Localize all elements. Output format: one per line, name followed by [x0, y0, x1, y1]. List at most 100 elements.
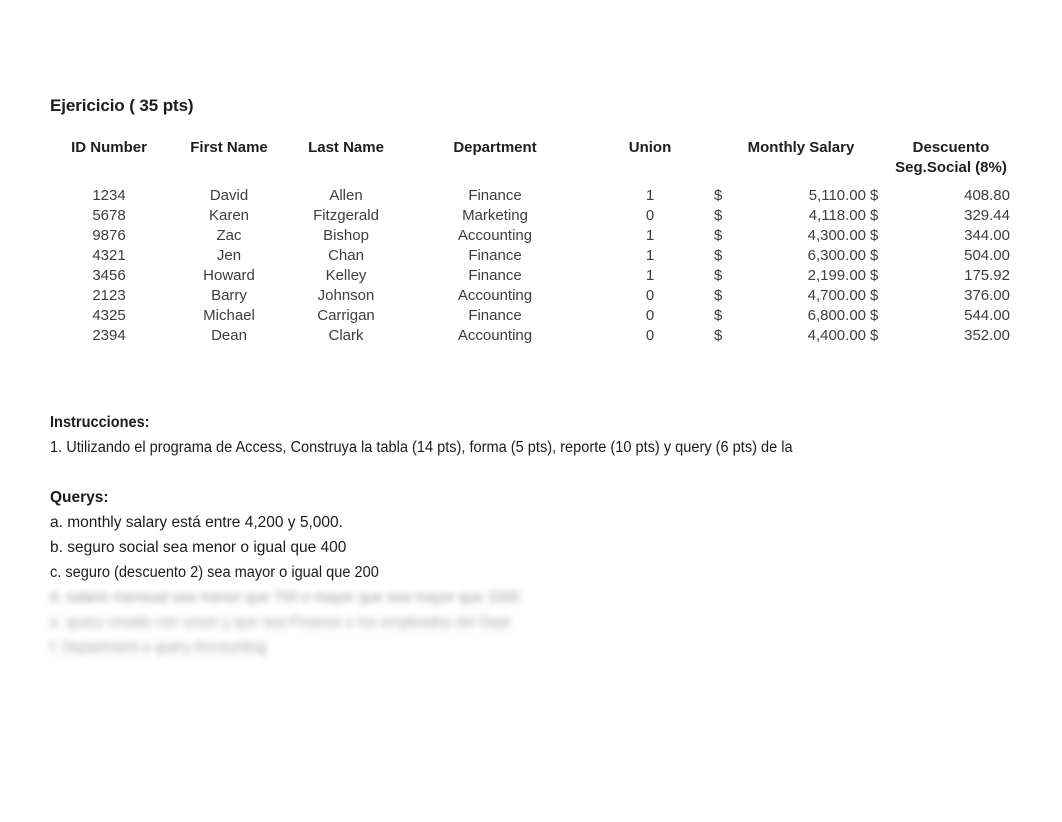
- table-row: 2123 Barry Johnson Accounting 0 $4,700.00 $376…: [50, 286, 1012, 306]
- cell-descuento-currency: $: [870, 307, 879, 324]
- cell-id: 3456: [92, 267, 126, 284]
- query-item-d-redacted: d. salario mensual sea menor que 700 o m…: [50, 589, 520, 606]
- cell-salary-currency: $: [714, 187, 723, 204]
- cell-salary-currency: $: [714, 247, 723, 264]
- cell-descuento-currency: $: [870, 247, 879, 264]
- cell-descuento: 175.92: [964, 267, 1010, 284]
- column-header-department: Department: [453, 139, 537, 156]
- cell-descuento: 329.44: [964, 207, 1010, 224]
- cell-last-name: Bishop: [323, 227, 369, 244]
- cell-last-name: Johnson: [317, 287, 375, 304]
- cell-descuento-currency: $: [870, 227, 879, 244]
- cell-last-name: Kelley: [325, 267, 367, 284]
- cell-union: 1: [645, 267, 655, 284]
- table-row: 2394 Dean Clark Accounting 0 $4,400.00 $352.00: [50, 326, 1012, 346]
- cell-descuento-currency: $: [870, 287, 879, 304]
- query-item-f-redacted: f. Department o query Accounting: [50, 639, 267, 656]
- cell-monthly-salary: 4,300.00: [807, 227, 866, 244]
- cell-first-name: Howard: [203, 267, 255, 284]
- column-header-union: Union: [628, 139, 672, 156]
- table-row: 4321 Jen Chan Finance 1 $6,300.00 $504.00: [50, 246, 1012, 266]
- cell-id: 4321: [92, 247, 126, 264]
- cell-salary-currency: $: [714, 327, 723, 344]
- cell-monthly-salary: 6,800.00: [807, 307, 866, 324]
- cell-id: 5678: [92, 207, 126, 224]
- instructions-item-1: 1. Utilizando el programa de Access, Con…: [50, 439, 793, 456]
- cell-last-name: Allen: [329, 187, 363, 204]
- cell-monthly-salary: 5,110.00: [808, 187, 866, 204]
- cell-id: 2123: [92, 287, 126, 304]
- cell-first-name: Karen: [208, 207, 250, 224]
- cell-monthly-salary: 4,400.00: [807, 327, 866, 344]
- instructions-heading: Instrucciones:: [50, 414, 150, 431]
- cell-descuento: 504.00: [964, 247, 1010, 264]
- table-header: ID Number First Name Last Name Departmen…: [50, 138, 1012, 178]
- cell-descuento-currency: $: [870, 187, 879, 204]
- cell-department: Marketing: [462, 207, 528, 224]
- cell-union: 0: [645, 207, 655, 224]
- cell-department: Finance: [468, 307, 522, 324]
- cell-last-name: Fitzgerald: [313, 207, 379, 224]
- cell-last-name: Chan: [328, 247, 364, 264]
- column-header-salary-currency: [712, 138, 734, 178]
- cell-first-name: David: [209, 187, 249, 204]
- page-title: Ejericicio ( 35 pts): [50, 96, 194, 115]
- column-header-last-name: Last Name: [308, 139, 384, 156]
- cell-union: 1: [645, 187, 655, 204]
- cell-salary-currency: $: [714, 267, 723, 284]
- cell-first-name: Zac: [216, 227, 242, 244]
- query-item-e-redacted: e. query creado con union y que sea Fina…: [50, 614, 511, 631]
- cell-department: Finance: [468, 267, 522, 284]
- column-header-descuento-line1: Descuento: [912, 139, 990, 156]
- cell-department: Finance: [468, 187, 522, 204]
- cell-salary-currency: $: [714, 207, 723, 224]
- cell-last-name: Clark: [328, 327, 364, 344]
- cell-monthly-salary: 6,300.00: [807, 247, 866, 264]
- employee-table: ID Number First Name Last Name Departmen…: [50, 138, 1012, 346]
- cell-monthly-salary: 2,199.00: [807, 267, 866, 284]
- table-row: 4325 Michael Carrigan Finance 0 $6,800.00 $544…: [50, 306, 1012, 326]
- cell-union: 0: [645, 287, 655, 304]
- cell-descuento-currency: $: [870, 327, 879, 344]
- querys-heading: Querys:: [50, 489, 109, 506]
- cell-department: Accounting: [457, 287, 533, 304]
- table-row: 3456 Howard Kelley Finance 1 $2,199.00 $175.92: [50, 266, 1012, 286]
- column-header-monthly-salary: Monthly Salary: [747, 139, 855, 156]
- cell-descuento: 544.00: [964, 307, 1010, 324]
- table-body: 1234 David Allen Finance 1 $5,110.00 $408.80 56…: [50, 178, 1012, 346]
- cell-descuento: 408.80: [964, 187, 1010, 204]
- query-item-b: b. seguro social sea menor o igual que 4…: [50, 539, 347, 556]
- cell-id: 1234: [92, 187, 126, 204]
- cell-descuento-currency: $: [870, 207, 879, 224]
- cell-first-name: Jen: [216, 247, 242, 264]
- cell-department: Finance: [468, 247, 522, 264]
- cell-first-name: Michael: [203, 307, 255, 324]
- cell-last-name: Carrigan: [317, 307, 375, 324]
- column-header-descuento: Descuento Seg.Social (8%): [890, 138, 1012, 178]
- column-header-descuento-line2: Seg.Social (8%): [895, 159, 1007, 176]
- cell-descuento: 352.00: [964, 327, 1010, 344]
- cell-id: 4325: [92, 307, 126, 324]
- cell-first-name: Dean: [211, 327, 247, 344]
- cell-id: 2394: [92, 327, 126, 344]
- cell-id: 9876: [92, 227, 126, 244]
- table-row: 9876 Zac Bishop Accounting 1 $4,300.00 $344.00: [50, 226, 1012, 246]
- cell-monthly-salary: 4,118.00: [808, 207, 866, 224]
- query-item-a: a. monthly salary está entre 4,200 y 5,0…: [50, 514, 343, 531]
- cell-union: 1: [645, 227, 655, 244]
- column-header-id: ID Number: [71, 139, 147, 156]
- cell-first-name: Barry: [211, 287, 247, 304]
- cell-union: 0: [645, 307, 655, 324]
- instructions-section: Instrucciones: 1. Utilizando el programa…: [50, 410, 1062, 660]
- cell-union: 0: [645, 327, 655, 344]
- cell-department: Accounting: [457, 327, 533, 344]
- cell-salary-currency: $: [714, 227, 723, 244]
- cell-union: 1: [645, 247, 655, 264]
- cell-descuento: 376.00: [964, 287, 1010, 304]
- cell-descuento-currency: $: [870, 267, 879, 284]
- column-header-descuento-currency: [868, 138, 890, 178]
- cell-salary-currency: $: [714, 287, 723, 304]
- cell-descuento: 344.00: [964, 227, 1010, 244]
- cell-department: Accounting: [457, 227, 533, 244]
